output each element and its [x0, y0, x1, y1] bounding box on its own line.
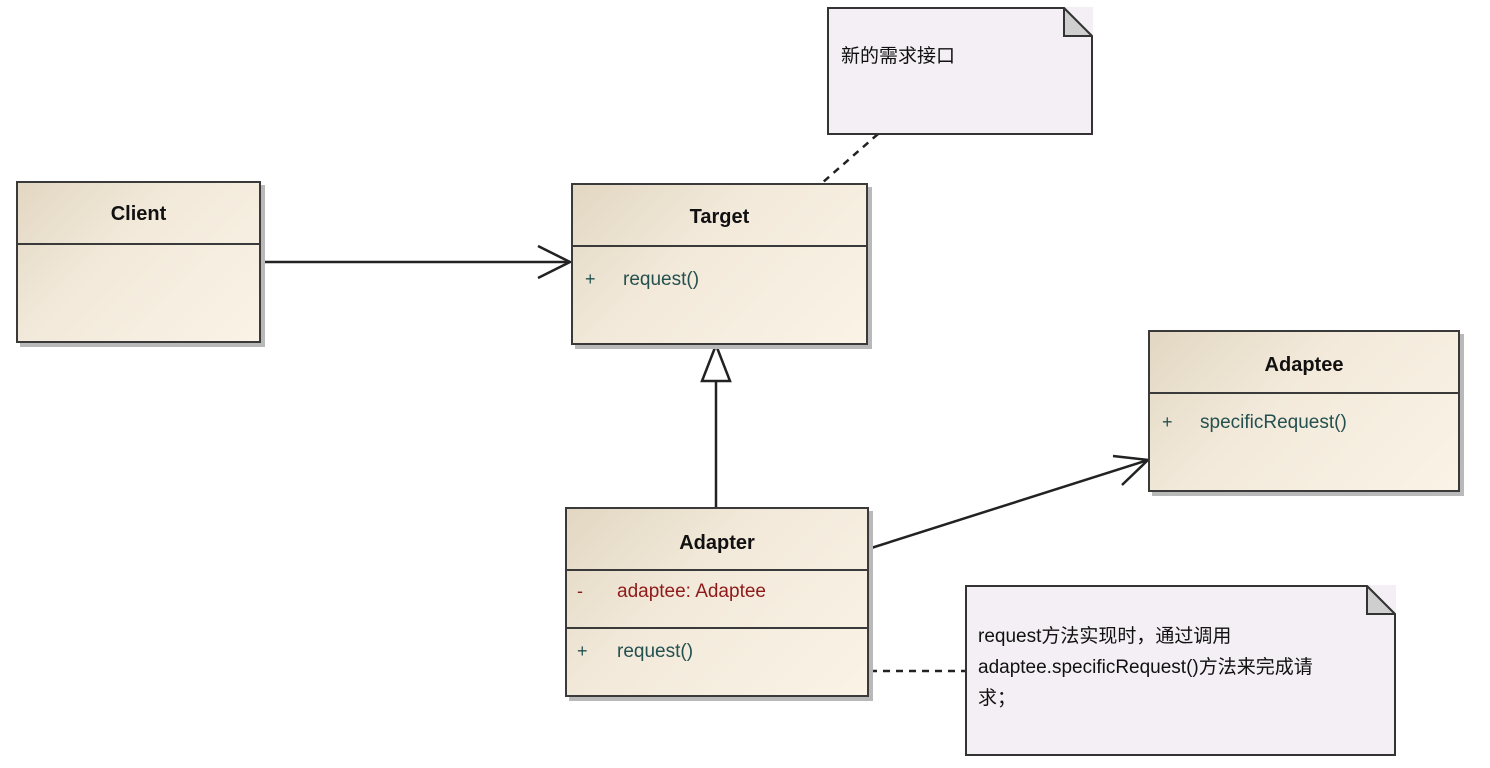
- note-text: 新的需求接口: [841, 46, 956, 67]
- note-target[interactable]: 新的需求接口: [827, 7, 1093, 135]
- note-adapter[interactable]: request方法实现时，通过调用 adaptee.specificReques…: [965, 585, 1396, 756]
- visibility-marker: +: [1162, 412, 1173, 432]
- visibility-marker: -: [577, 581, 583, 601]
- class-name: Client: [18, 183, 259, 245]
- visibility-marker: +: [577, 641, 588, 661]
- class-adaptee[interactable]: Adaptee + specificRequest(): [1148, 330, 1460, 492]
- class-name: Target: [573, 185, 866, 247]
- class-name: Adapter: [567, 509, 867, 571]
- visibility-marker: +: [585, 269, 596, 289]
- operations-section: + specificRequest(): [1150, 394, 1458, 490]
- attribute-adaptee[interactable]: adaptee: Adaptee: [617, 581, 766, 603]
- attributes-section: - adaptee: Adaptee: [567, 571, 867, 629]
- class-adapter[interactable]: Adapter - adaptee: Adaptee + request(): [565, 507, 869, 697]
- class-name: Adaptee: [1150, 332, 1458, 394]
- generalization-triangle: [700, 341, 732, 383]
- uml-class-diagram: Client Target + request() Adaptee + spec…: [0, 0, 1490, 768]
- operations-section: + request(): [567, 629, 867, 695]
- operation-request[interactable]: request(): [623, 269, 699, 291]
- adapter-adaptee-association: [867, 458, 1149, 551]
- note-line: adaptee.specificRequest()方法来完成请: [978, 657, 1313, 678]
- note-line: request方法实现时，通过调用: [978, 626, 1232, 647]
- operations-section: + request(): [573, 247, 866, 343]
- class-body: [18, 245, 259, 341]
- class-client[interactable]: Client: [16, 181, 261, 343]
- operation-specific-request[interactable]: specificRequest(): [1200, 412, 1347, 434]
- operation-request[interactable]: request(): [617, 641, 693, 663]
- note-line: 求；: [978, 688, 1017, 709]
- class-target[interactable]: Target + request(): [571, 183, 868, 345]
- target-note-anchor: [821, 133, 879, 184]
